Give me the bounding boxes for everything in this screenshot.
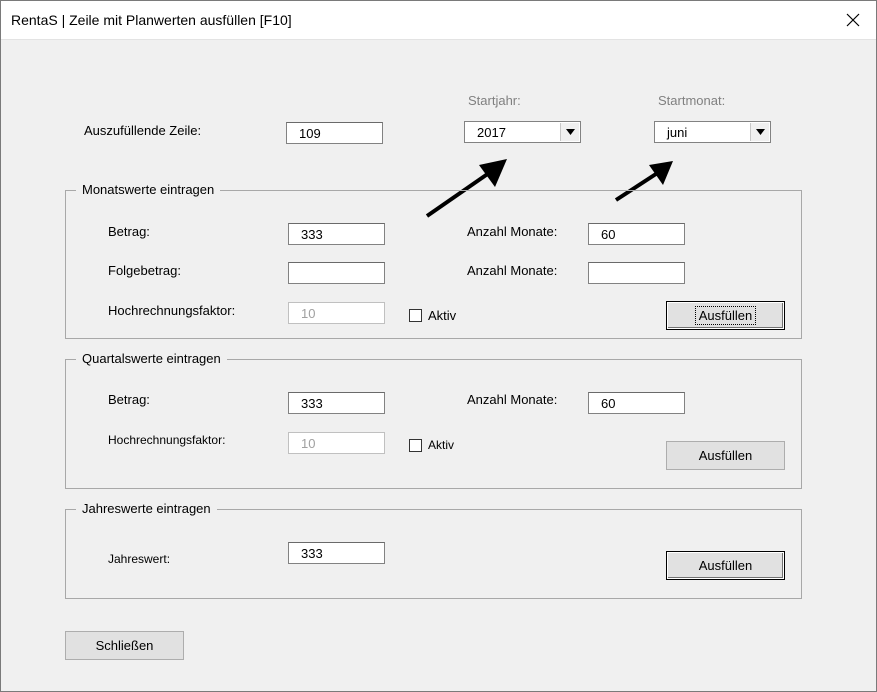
- quartal-hochrechnung-input[interactable]: 10: [288, 432, 385, 454]
- monat-hochrechnung-label: Hochrechnungsfaktor:: [108, 303, 236, 318]
- jahreswert-label: Jahreswert:: [108, 552, 171, 566]
- window-title: RentaS | Zeile mit Planwerten ausfüllen …: [11, 12, 292, 28]
- jahreswert-input[interactable]: 333: [288, 542, 385, 564]
- close-icon: [846, 13, 860, 27]
- folgebetrag-input[interactable]: [288, 262, 385, 284]
- startjahr-dropdown-button[interactable]: [560, 123, 579, 141]
- jahr-ausfuellen-label: Ausfüllen: [698, 558, 753, 573]
- quartal-ausfuellen-button[interactable]: Ausfüllen: [666, 441, 785, 470]
- zeile-label: Auszufüllende Zeile:: [84, 123, 202, 138]
- startmonat-dropdown[interactable]: juni: [654, 121, 771, 143]
- monat-betrag-label: Betrag:: [108, 224, 150, 239]
- monatswerte-title: Monatswerte eintragen: [76, 182, 221, 197]
- quartal-betrag-label: Betrag:: [108, 392, 150, 407]
- quartal-hochrechnung-label: Hochrechnungsfaktor:: [108, 433, 226, 447]
- quartal-aktiv-checkbox[interactable]: [409, 439, 422, 452]
- chevron-down-icon: [565, 129, 575, 135]
- chevron-down-icon: [755, 129, 765, 135]
- folgebetrag-label: Folgebetrag:: [108, 263, 181, 278]
- zeile-input[interactable]: 109: [286, 122, 383, 144]
- monat-ausfuellen-button[interactable]: Ausfüllen: [666, 301, 785, 330]
- folge-anzahl-label: Anzahl Monate:: [467, 263, 558, 278]
- startjahr-dropdown[interactable]: 2017: [464, 121, 581, 143]
- startjahr-label: Startjahr:: [468, 93, 521, 108]
- startmonat-value: juni: [667, 125, 688, 140]
- close-window-button[interactable]: [830, 1, 876, 39]
- monat-betrag-input[interactable]: 333: [288, 223, 385, 245]
- folge-anzahl-input[interactable]: [588, 262, 685, 284]
- quartal-aktiv-label: Aktiv: [428, 438, 455, 452]
- quartal-anzahl-label: Anzahl Monate:: [467, 392, 558, 407]
- schliessen-label: Schließen: [95, 638, 154, 653]
- monat-anzahl-input[interactable]: 60: [588, 223, 685, 245]
- jahr-ausfuellen-button[interactable]: Ausfüllen: [666, 551, 785, 580]
- quartal-ausfuellen-label: Ausfüllen: [698, 448, 753, 463]
- monat-anzahl-label: Anzahl Monate:: [467, 224, 558, 239]
- quartal-anzahl-input[interactable]: 60: [588, 392, 685, 414]
- jahreswerte-title: Jahreswerte eintragen: [76, 501, 217, 516]
- startmonat-dropdown-button[interactable]: [750, 123, 769, 141]
- monat-ausfuellen-label: Ausfüllen: [694, 306, 757, 325]
- startmonat-label: Startmonat:: [658, 93, 726, 108]
- schliessen-button[interactable]: Schließen: [65, 631, 184, 660]
- quartalswerte-title: Quartalswerte eintragen: [76, 351, 227, 366]
- startjahr-value: 2017: [477, 125, 506, 140]
- dialog-window: RentaS | Zeile mit Planwerten ausfüllen …: [0, 0, 877, 692]
- monat-hochrechnung-input[interactable]: 10: [288, 302, 385, 324]
- monat-aktiv-checkbox[interactable]: [409, 309, 422, 322]
- monat-aktiv-label: Aktiv: [428, 308, 457, 323]
- titlebar: RentaS | Zeile mit Planwerten ausfüllen …: [1, 1, 876, 40]
- quartal-betrag-input[interactable]: 333: [288, 392, 385, 414]
